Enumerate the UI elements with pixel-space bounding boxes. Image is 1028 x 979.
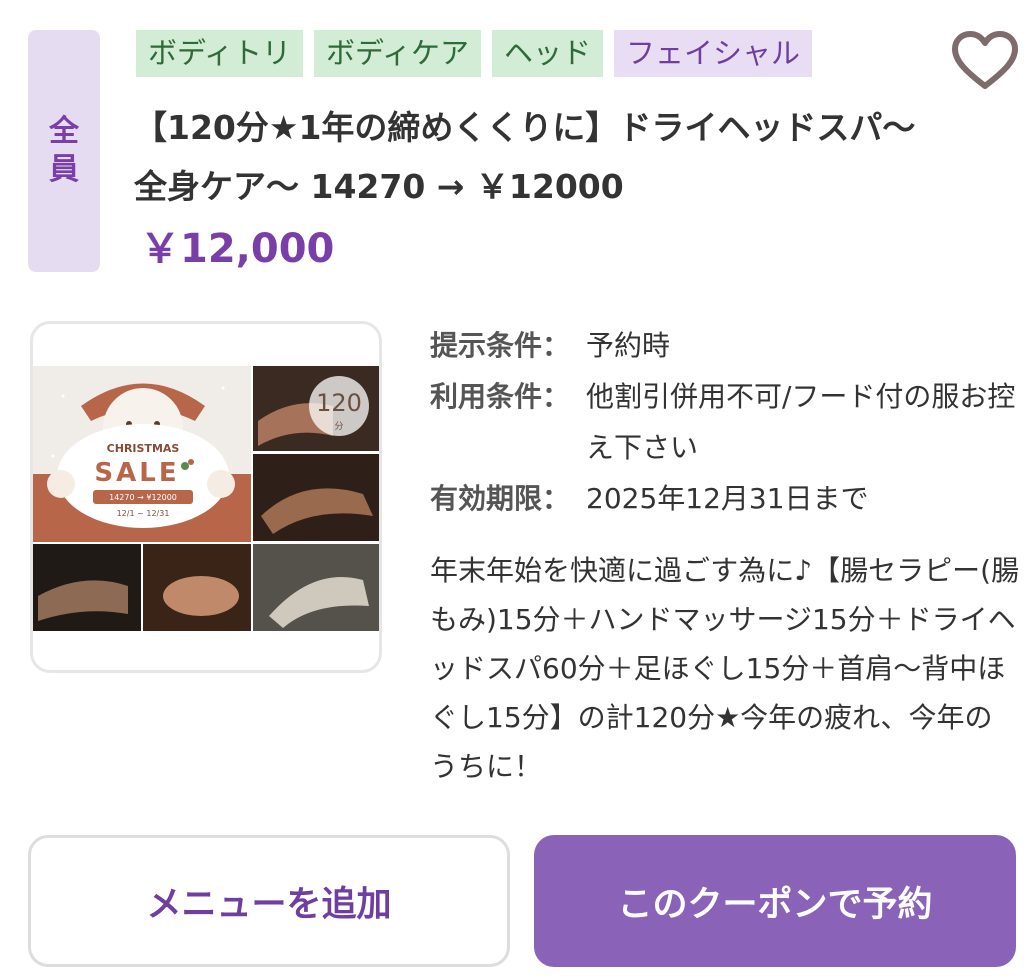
duration-number: 120 xyxy=(316,389,362,417)
thumbnail-sale-prices: 14270 → ¥12000 xyxy=(109,493,177,502)
coupon-price: ￥12,000 xyxy=(140,226,335,272)
coupon-description: 年末年始を快適に過ごす為に♪【腸セラピー(腸もみ)15分＋ハンドマッサージ15分… xyxy=(430,554,1020,783)
tag-body-care: ボディケア xyxy=(313,30,481,77)
condition-presentation-label: 提示条件： xyxy=(430,329,571,362)
reserve-with-coupon-button[interactable]: このクーポンで予約 xyxy=(534,835,1016,967)
condition-expiry: 有効期限： 2025年12月31日まで xyxy=(430,473,1020,524)
condition-usage: 利用条件： 他割引併用不可/フード付の服お控え下さい xyxy=(430,371,1020,473)
favorite-heart-icon[interactable] xyxy=(950,30,1020,92)
category-tags: ボディトリ ボディケア ヘッド フェイシャル xyxy=(136,30,812,77)
tag-head: ヘッド xyxy=(491,30,603,77)
tag-body-tori: ボディトリ xyxy=(136,30,303,77)
condition-presentation: 提示条件： 予約時 xyxy=(430,320,1020,371)
coupon-thumbnail[interactable]: CHRISTMAS SALE 14270 → ¥12000 12/1 ~ 12/… xyxy=(30,321,382,673)
thumbnail-collage: CHRISTMAS SALE 14270 → ¥12000 12/1 ~ 12/… xyxy=(33,366,379,631)
target-badge: 全 員 xyxy=(28,30,100,272)
condition-usage-label: 利用条件： xyxy=(430,380,571,413)
tag-facial: フェイシャル xyxy=(613,30,812,77)
target-badge-char-2: 員 xyxy=(49,152,79,187)
target-badge-char-1: 全 xyxy=(49,114,79,149)
condition-presentation-value: 予約時 xyxy=(586,329,671,362)
coupon-conditions: 提示条件： 予約時 利用条件： 他割引併用不可/フード付の服お控え下さい 有効期… xyxy=(430,320,1020,524)
coupon-title: 【120分★1年の締めくくりに】ドライヘッドスパ～全身ケア～ 14270 → ￥… xyxy=(134,108,916,206)
condition-expiry-value: 2025年12月31日まで xyxy=(586,482,869,515)
thumbnail-christmas-text: CHRISTMAS xyxy=(107,442,180,455)
condition-expiry-label: 有効期限： xyxy=(430,482,571,515)
add-menu-button[interactable]: メニューを追加 xyxy=(28,835,510,967)
condition-usage-value: 他割引併用不可/フード付の服お控え下さい xyxy=(586,380,1016,464)
duration-unit: 分 xyxy=(334,421,343,432)
thumbnail-sale-text: SALE xyxy=(94,458,179,488)
thumbnail-sale-dates: 12/1 ~ 12/31 xyxy=(117,509,170,518)
